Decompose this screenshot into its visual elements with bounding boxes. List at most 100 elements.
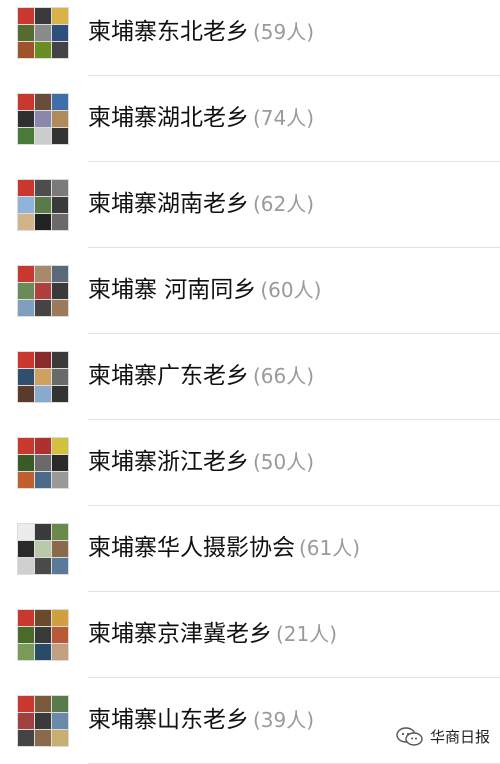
group-title: 柬埔寨华人摄影协会 (61人) (88, 531, 360, 565)
avatar-tile (35, 300, 51, 316)
avatar-tile (52, 610, 68, 626)
avatar-tile (18, 197, 34, 213)
avatar-tile (35, 369, 51, 385)
avatar-tile (35, 696, 51, 712)
avatar-tile (52, 25, 68, 41)
group-title: 柬埔寨东北老乡 (59人) (88, 15, 314, 49)
group-name: 柬埔寨东北老乡 (88, 19, 249, 45)
avatar-tile (52, 8, 68, 24)
avatar-tile (35, 214, 51, 230)
avatar-tile (18, 696, 34, 712)
avatar-tile (18, 438, 34, 454)
avatar-tile (18, 42, 34, 58)
group-avatar (17, 351, 69, 403)
avatar-tile (35, 730, 51, 746)
avatar-tile (35, 266, 51, 282)
avatar-tile (18, 300, 34, 316)
avatar-tile (52, 524, 68, 540)
group-avatar (17, 179, 69, 231)
avatar-tile (52, 128, 68, 144)
member-count: (74人) (253, 106, 315, 130)
group-title: 柬埔寨湖北老乡 (74人) (88, 101, 314, 135)
group-name: 柬埔寨湖南老乡 (88, 191, 249, 217)
group-title: 柬埔寨京津冀老乡 (21人) (88, 617, 337, 651)
avatar-tile (52, 369, 68, 385)
avatar-tile (18, 283, 34, 299)
avatar-tile (35, 455, 51, 471)
wechat-icon (396, 726, 423, 746)
avatar-tile (35, 180, 51, 196)
avatar-tile (18, 541, 34, 557)
group-row[interactable]: 柬埔寨东北老乡 (59人) (0, 0, 500, 76)
avatar-tile (18, 111, 34, 127)
avatar-tile (35, 111, 51, 127)
avatar-tile (35, 94, 51, 110)
avatar-tile (18, 472, 34, 488)
group-row[interactable]: 柬埔寨 河南同乡 (60人) (0, 248, 500, 334)
avatar-tile (35, 8, 51, 24)
avatar-tile (52, 197, 68, 213)
avatar-tile (35, 713, 51, 729)
avatar-tile (35, 472, 51, 488)
group-avatar (17, 609, 69, 661)
avatar-tile (52, 730, 68, 746)
avatar-tile (35, 610, 51, 626)
member-count: (21人) (276, 622, 338, 646)
avatar-tile (52, 696, 68, 712)
avatar-tile (18, 94, 34, 110)
avatar-tile (52, 94, 68, 110)
avatar-tile (35, 644, 51, 660)
group-row[interactable]: 柬埔寨湖北老乡 (74人) (0, 76, 500, 162)
group-avatar (17, 523, 69, 575)
avatar-tile (52, 300, 68, 316)
group-row[interactable]: 柬埔寨华人摄影协会 (61人) (0, 506, 500, 592)
avatar-tile (18, 644, 34, 660)
group-name: 柬埔寨广东老乡 (88, 363, 249, 389)
member-count: (59人) (253, 20, 315, 44)
avatar-tile (35, 558, 51, 574)
group-avatar (17, 93, 69, 145)
member-count: (61人) (299, 536, 361, 560)
avatar-tile (18, 25, 34, 41)
avatar-tile (52, 558, 68, 574)
group-title: 柬埔寨湖南老乡 (62人) (88, 187, 314, 221)
avatar-tile (52, 627, 68, 643)
avatar-tile (18, 8, 34, 24)
member-count: (66人) (253, 364, 315, 388)
avatar-tile (52, 214, 68, 230)
group-avatar (17, 7, 69, 59)
avatar-tile (18, 180, 34, 196)
avatar-tile (35, 438, 51, 454)
avatar-tile (18, 455, 34, 471)
avatar-tile (52, 472, 68, 488)
avatar-tile (52, 455, 68, 471)
group-row[interactable]: 柬埔寨京津冀老乡 (21人) (0, 592, 500, 678)
group-list: 柬埔寨东北老乡 (59人) 柬埔寨湖北老乡 (74人) 柬埔寨湖南老乡 (62人) 柬埔寨 … (0, 0, 500, 764)
avatar-tile (18, 214, 34, 230)
avatar-tile (35, 25, 51, 41)
group-name: 柬埔寨浙江老乡 (88, 449, 249, 475)
avatar-tile (52, 386, 68, 402)
avatar-tile (35, 524, 51, 540)
avatar-tile (18, 352, 34, 368)
group-row[interactable]: 柬埔寨浙江老乡 (50人) (0, 420, 500, 506)
avatar-tile (18, 610, 34, 626)
member-count: (60人) (260, 278, 322, 302)
avatar-tile (35, 283, 51, 299)
avatar-tile (35, 42, 51, 58)
avatar-tile (18, 627, 34, 643)
member-count: (39人) (253, 708, 315, 732)
group-avatar (17, 695, 69, 747)
group-name: 柬埔寨 河南同乡 (88, 277, 257, 303)
watermark: 华商日报 (396, 726, 490, 747)
avatar-tile (18, 266, 34, 282)
avatar-tile (52, 438, 68, 454)
avatar-tile (52, 352, 68, 368)
group-title: 柬埔寨 河南同乡 (60人) (88, 273, 321, 307)
group-avatar (17, 437, 69, 489)
avatar-tile (18, 730, 34, 746)
group-row[interactable]: 柬埔寨广东老乡 (66人) (0, 334, 500, 420)
group-row[interactable]: 柬埔寨湖南老乡 (62人) (0, 162, 500, 248)
avatar-tile (52, 42, 68, 58)
group-row[interactable]: 柬埔寨山东老乡 (39人) (0, 678, 500, 764)
